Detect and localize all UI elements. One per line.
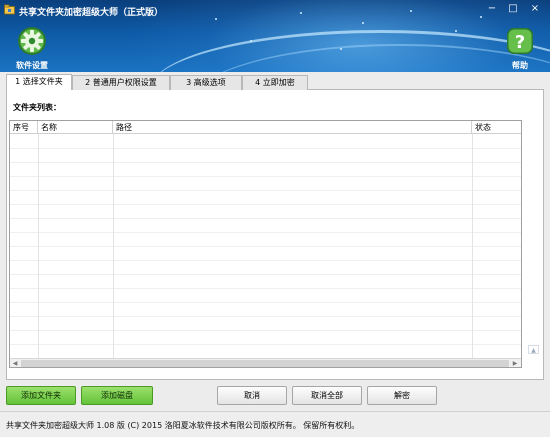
table-row-line: [10, 246, 521, 247]
decrypt-button[interactable]: 解密: [367, 386, 437, 405]
column-header-status[interactable]: 状态: [472, 121, 521, 134]
column-divider: [472, 134, 473, 360]
add-folder-button[interactable]: 添加文件夹: [6, 386, 76, 405]
column-header-path[interactable]: 路径: [113, 121, 472, 134]
title-bar[interactable]: 共享文件夹加密超级大师（正式版） − □ ×: [0, 0, 550, 20]
column-header-name[interactable]: 名称: [38, 121, 113, 134]
add-disk-button[interactable]: 添加磁盘: [81, 386, 153, 405]
table-row-line: [10, 218, 521, 219]
tab-panel: 文件夹列表： 序号 名称 路径 状态 ◀ ▶ ▲: [6, 90, 544, 380]
column-divider: [38, 134, 39, 360]
close-button[interactable]: ×: [528, 3, 542, 16]
table-row-line: [10, 330, 521, 331]
cancel-all-button[interactable]: 取消全部: [292, 386, 362, 405]
side-scroll-area: ▲: [525, 120, 542, 368]
help-label: 帮助: [512, 61, 528, 70]
folder-list-table[interactable]: 序号 名称 路径 状态 ◀ ▶: [9, 120, 522, 368]
banner-star: [455, 30, 457, 32]
table-row-line: [10, 148, 521, 149]
table-header: 序号 名称 路径 状态: [10, 121, 521, 134]
table-row-line: [10, 344, 521, 345]
table-row-line: [10, 288, 521, 289]
scroll-right-icon[interactable]: ▶: [510, 359, 520, 367]
gear-icon: [18, 27, 46, 55]
svg-text:?: ?: [515, 32, 525, 53]
column-divider: [113, 134, 114, 360]
table-row-line: [10, 302, 521, 303]
cancel-button[interactable]: 取消: [217, 386, 287, 405]
settings-label: 软件设置: [16, 61, 48, 70]
column-header-index[interactable]: 序号: [10, 121, 38, 134]
scroll-up-icon[interactable]: ▲: [528, 345, 539, 354]
banner-star: [362, 22, 364, 24]
tab-bar: 1 选择文件夹 2 普通用户权限设置 3 高级选项 4 立即加密: [6, 74, 544, 91]
table-row-line: [10, 232, 521, 233]
table-row-line: [10, 176, 521, 177]
banner-star: [250, 40, 252, 42]
tab-select-folder[interactable]: 1 选择文件夹: [6, 74, 72, 91]
table-row-line: [10, 162, 521, 163]
horizontal-scrollbar[interactable]: ◀ ▶: [10, 358, 521, 367]
table-row-line: [10, 204, 521, 205]
help-icon: ?: [507, 28, 533, 54]
tab-user-permissions[interactable]: 2 普通用户权限设置: [72, 75, 170, 90]
tab-advanced-options[interactable]: 3 高级选项: [170, 75, 242, 90]
window-title: 共享文件夹加密超级大师（正式版）: [19, 8, 164, 18]
header-banner: 共享文件夹加密超级大师（正式版） − □ × 软件设置 ? 帮助: [0, 0, 550, 72]
maximize-button[interactable]: □: [506, 3, 520, 16]
help-button[interactable]: ? 帮助: [498, 24, 542, 70]
app-icon: [4, 4, 15, 15]
status-bar: 共享文件夹加密超级大师 1.08 版 (C) 2015 洛阳夏冰软件技术有限公司…: [0, 411, 550, 437]
tab-encrypt-now[interactable]: 4 立即加密: [242, 75, 308, 90]
folder-list-label: 文件夹列表：: [13, 103, 61, 112]
scroll-left-icon[interactable]: ◀: [10, 359, 20, 367]
copyright-text: 共享文件夹加密超级大师 1.08 版 (C) 2015 洛阳夏冰软件技术有限公司…: [6, 421, 360, 430]
scrollbar-thumb[interactable]: [21, 360, 509, 367]
minimize-button[interactable]: −: [485, 3, 499, 16]
table-row-line: [10, 316, 521, 317]
settings-button[interactable]: 软件设置: [10, 24, 54, 70]
table-row-line: [10, 274, 521, 275]
table-row-line: [10, 260, 521, 261]
table-row-line: [10, 190, 521, 191]
banner-star: [340, 48, 342, 50]
